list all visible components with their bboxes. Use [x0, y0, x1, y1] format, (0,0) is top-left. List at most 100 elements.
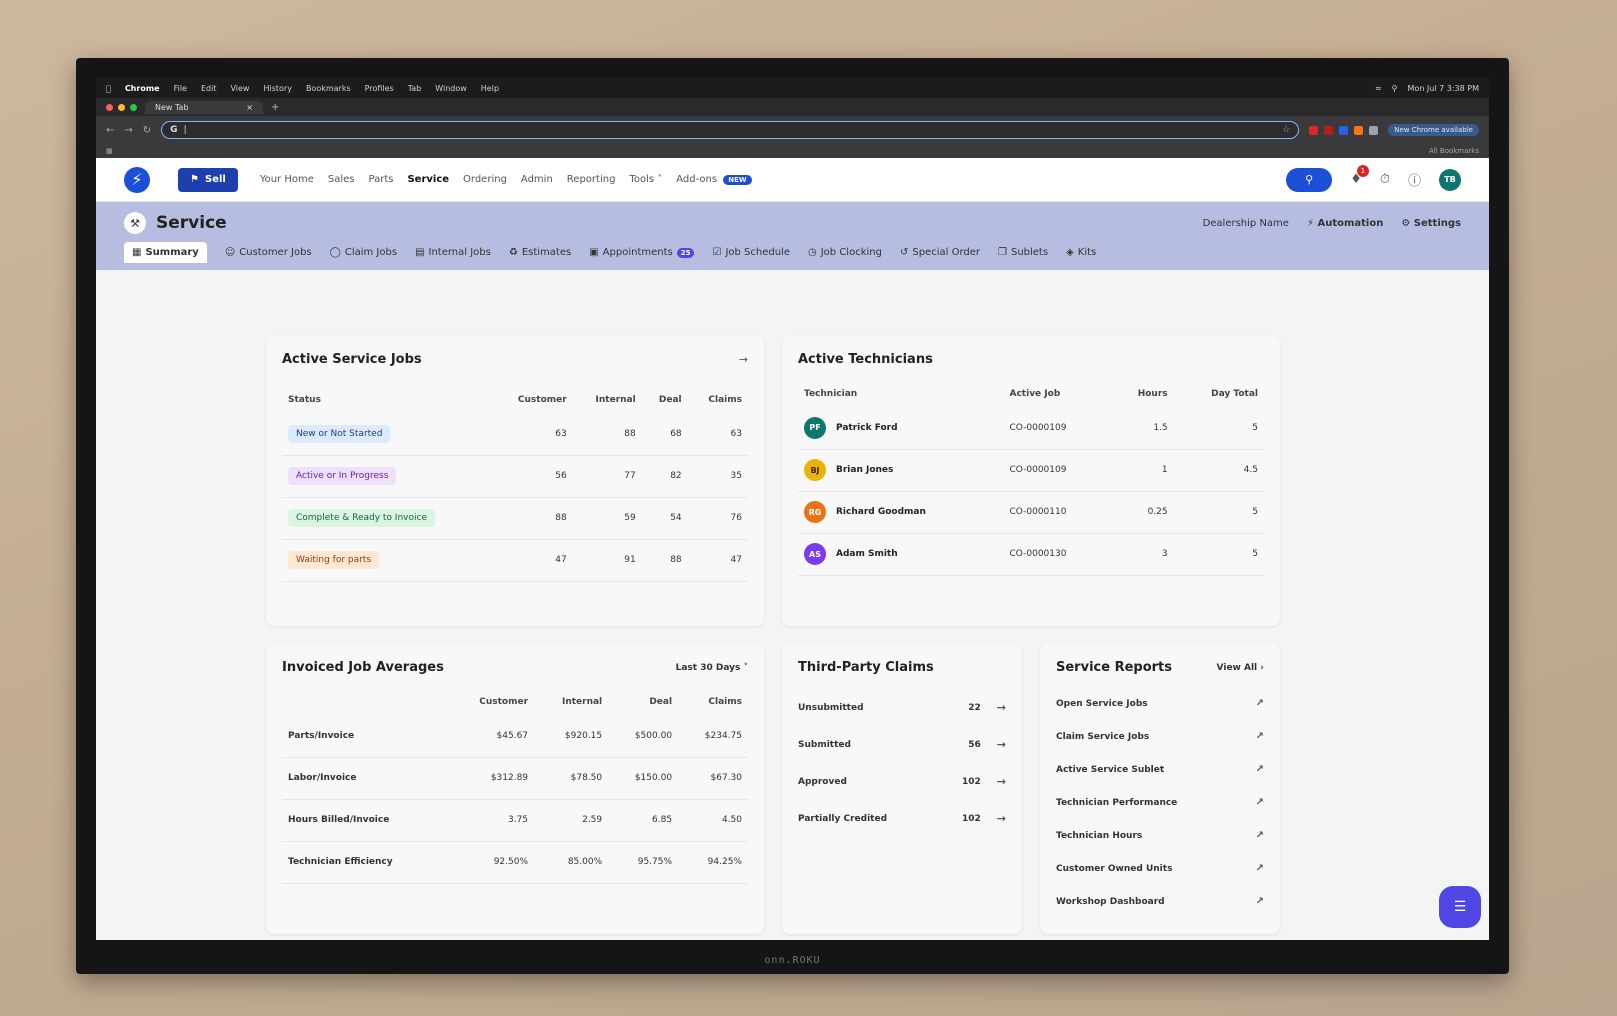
tab-sublets[interactable]: ❐ Sublets — [998, 242, 1048, 263]
report-link[interactable]: Workshop Dashboard ↗ — [1056, 885, 1264, 918]
cell[interactable]: CO-0000109 — [1003, 449, 1110, 492]
tab-job-schedule[interactable]: ☑ Job Schedule — [712, 242, 790, 263]
technician-name[interactable]: Richard Goodman — [836, 507, 926, 517]
forward-icon[interactable]: → — [124, 125, 132, 136]
dealership-name[interactable]: Dealership Name — [1203, 218, 1289, 229]
nav-sales[interactable]: Sales — [328, 174, 355, 185]
extension-icon[interactable] — [1324, 125, 1334, 135]
extension-icon[interactable] — [1309, 125, 1319, 135]
report-link[interactable]: Customer Owned Units ↗ — [1056, 852, 1264, 885]
tab-job-clocking[interactable]: ◷ Job Clocking — [808, 242, 882, 263]
tab-claim-jobs[interactable]: ◯ Claim Jobs — [330, 242, 397, 263]
report-link[interactable]: Claim Service Jobs ↗ — [1056, 720, 1264, 753]
arrow-right-icon[interactable]: → — [997, 775, 1006, 788]
report-link[interactable]: Technician Hours ↗ — [1056, 819, 1264, 852]
menubar-clock[interactable]: Mon Jul 7 3:38 PM — [1408, 84, 1479, 93]
status-badge[interactable]: Active or In Progress — [288, 467, 397, 485]
arrow-right-icon[interactable]: → — [997, 738, 1006, 751]
arrow-right-icon[interactable]: → — [997, 812, 1006, 825]
claim-row-partially-credited[interactable]: Partially Credited 102 → — [798, 800, 1006, 837]
notifications-button[interactable]: ♦ 1 — [1350, 165, 1369, 187]
menu-bookmarks[interactable]: Bookmarks — [306, 84, 351, 93]
menu-file[interactable]: File — [174, 84, 187, 93]
sell-button[interactable]: ⚑ Sell — [178, 167, 238, 192]
browser-tab[interactable]: New Tab × — [145, 100, 263, 114]
claim-row-approved[interactable]: Approved 102 → — [798, 763, 1006, 800]
nav-tools[interactable]: Tools ˅ — [629, 174, 662, 185]
cell[interactable]: CO-0000110 — [1003, 491, 1110, 534]
status-badge[interactable]: Complete & Ready to Invoice — [288, 509, 435, 527]
search-button[interactable]: ⚲ — [1286, 167, 1333, 192]
technician-name[interactable]: Brian Jones — [836, 465, 893, 475]
close-tab-icon[interactable]: × — [246, 103, 253, 112]
all-bookmarks[interactable]: All Bookmarks — [1429, 147, 1479, 155]
tab-summary[interactable]: ▦ Summary — [124, 242, 207, 263]
arrow-right-icon[interactable]: → — [997, 701, 1006, 714]
new-chrome-button[interactable]: New Chrome available — [1388, 124, 1479, 136]
search-icon[interactable]: ⚲ — [1392, 84, 1398, 93]
tab-appointments[interactable]: ▣ Appointments 25 — [589, 242, 695, 263]
menubar-app[interactable]: Chrome — [125, 84, 160, 93]
nav-addons[interactable]: Add-ons NEW — [676, 174, 752, 185]
back-icon[interactable]: ← — [106, 125, 114, 136]
help-button[interactable]: ⓘ — [1408, 170, 1421, 189]
table-row[interactable]: Waiting for parts 47 91 88 47 — [282, 539, 748, 582]
table-row[interactable]: BJ Brian Jones CO-0000109 1 4.5 — [798, 449, 1264, 492]
menu-window[interactable]: Window — [435, 84, 467, 93]
table-row[interactable]: Active or In Progress 56 77 82 35 — [282, 455, 748, 498]
menu-profiles[interactable]: Profiles — [365, 84, 394, 93]
minimize-window-button[interactable] — [118, 103, 125, 111]
close-window-button[interactable] — [106, 103, 113, 111]
table-row[interactable]: RG Richard Goodman CO-0000110 0.25 5 — [798, 491, 1264, 534]
tab-customer-jobs[interactable]: ☺ Customer Jobs — [225, 242, 312, 263]
tab-internal-jobs[interactable]: ▤ Internal Jobs — [415, 242, 491, 263]
cell[interactable]: CO-0000130 — [1003, 533, 1110, 576]
nav-reporting[interactable]: Reporting — [567, 174, 616, 185]
nav-ordering[interactable]: Ordering — [463, 174, 507, 185]
user-avatar[interactable]: TB — [1439, 168, 1461, 191]
extension-icon[interactable] — [1369, 125, 1379, 135]
status-badge[interactable]: Waiting for parts — [288, 551, 380, 569]
report-link[interactable]: Active Service Sublet ↗ — [1056, 753, 1264, 786]
table-row[interactable]: Complete & Ready to Invoice 88 59 54 76 — [282, 497, 748, 540]
cell[interactable]: CO-0000109 — [1003, 407, 1110, 450]
apps-grid-icon[interactable]: ▦ — [106, 147, 113, 155]
table-row[interactable]: PF Patrick Ford CO-0000109 1.5 5 — [798, 407, 1264, 450]
extension-icon[interactable] — [1354, 125, 1364, 135]
technician-name[interactable]: Adam Smith — [836, 549, 898, 559]
menu-help[interactable]: Help — [481, 84, 499, 93]
table-row[interactable]: AS Adam Smith CO-0000130 3 5 — [798, 533, 1264, 576]
technician-name[interactable]: Patrick Ford — [836, 423, 898, 433]
brand-logo-icon[interactable]: ⚡ — [124, 166, 150, 193]
nav-your-home[interactable]: Your Home — [260, 174, 314, 185]
report-link[interactable]: Open Service Jobs ↗ — [1056, 687, 1264, 720]
claim-row-unsubmitted[interactable]: Unsubmitted 22 → — [798, 689, 1006, 726]
settings-button[interactable]: ⚙ Settings — [1401, 218, 1461, 229]
menu-view[interactable]: View — [230, 84, 249, 93]
nav-service[interactable]: Service — [407, 174, 449, 185]
apple-icon[interactable]:  — [106, 84, 111, 93]
tab-estimates[interactable]: ♻ Estimates — [509, 242, 571, 263]
nav-admin[interactable]: Admin — [521, 174, 553, 185]
zoom-window-button[interactable] — [130, 103, 137, 111]
table-row[interactable]: New or Not Started 63 88 68 63 — [282, 413, 748, 456]
tab-kits[interactable]: ◈ Kits — [1066, 242, 1096, 263]
view-all-link[interactable]: View All › — [1217, 663, 1264, 673]
arrow-right-icon[interactable]: → — [739, 353, 748, 366]
menu-edit[interactable]: Edit — [201, 84, 217, 93]
bookmark-star-icon[interactable]: ☆ — [1282, 125, 1290, 135]
nav-parts[interactable]: Parts — [369, 174, 394, 185]
wifi-icon[interactable]: ≈ — [1375, 84, 1382, 93]
report-link[interactable]: Technician Performance ↗ — [1056, 786, 1264, 819]
reload-icon[interactable]: ↻ — [143, 125, 151, 136]
new-tab-icon[interactable]: + — [271, 102, 279, 113]
status-badge[interactable]: New or Not Started — [288, 424, 391, 443]
tab-special-order[interactable]: ↺ Special Order — [900, 242, 980, 263]
menu-history[interactable]: History — [263, 84, 291, 93]
timer-button[interactable]: ⏱ — [1380, 172, 1390, 187]
menu-tab[interactable]: Tab — [408, 84, 422, 93]
chat-button[interactable]: ☰ — [1439, 886, 1481, 928]
period-select[interactable]: Last 30 Days ˅ — [676, 663, 748, 673]
automation-button[interactable]: ⚡ Automation — [1307, 218, 1383, 229]
address-bar[interactable]: G | ☆ — [161, 121, 1300, 139]
